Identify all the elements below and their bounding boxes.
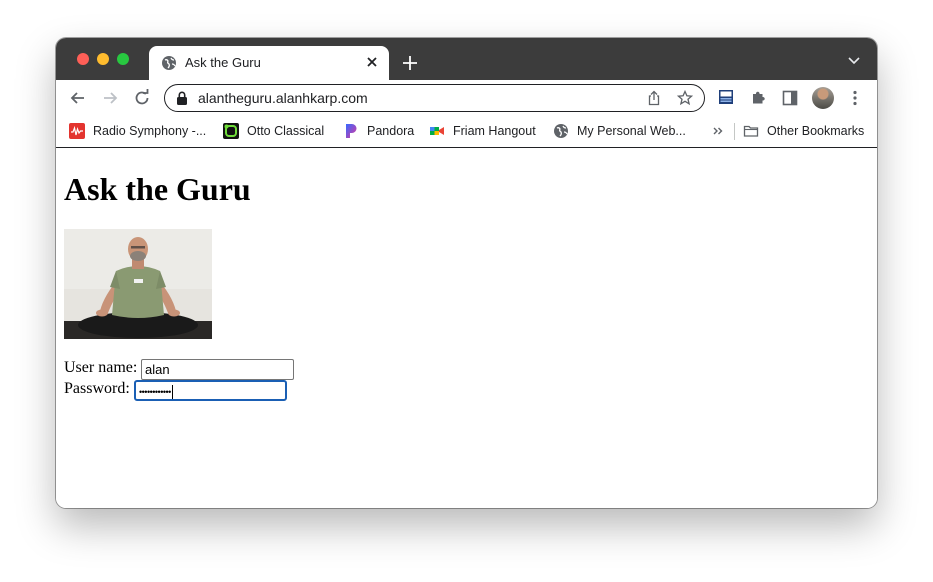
bookmark-label: My Personal Web... [577, 124, 686, 138]
username-value: alan [145, 362, 170, 377]
radio-waveform-icon [69, 123, 85, 139]
page-title: Ask the Guru [64, 171, 251, 207]
chevron-down-icon[interactable] [846, 55, 862, 67]
bookmark-label: Friam Hangout [453, 124, 536, 138]
bookmark-pandora[interactable]: Pandora [343, 116, 414, 146]
username-label: User name: [64, 359, 138, 376]
bookmark-label: Radio Symphony -... [93, 124, 207, 138]
tab-ask-the-guru[interactable]: Ask the Guru [149, 46, 389, 80]
bookmark-other-bookmarks[interactable]: Other Bookmarks [743, 116, 864, 146]
close-window-button[interactable] [77, 53, 89, 65]
password-input[interactable]: •••••••••••• [134, 380, 287, 401]
back-button[interactable] [68, 88, 88, 108]
text-caret [171, 384, 173, 399]
profile-avatar[interactable] [812, 87, 834, 109]
close-tab-icon[interactable] [364, 54, 380, 70]
new-tab-button[interactable] [401, 54, 419, 72]
url-text[interactable]: alantheguru.alanhkarp.com [198, 90, 368, 106]
globe-icon [162, 56, 176, 70]
extensions-puzzle-icon[interactable] [750, 89, 767, 106]
side-panel-icon[interactable] [782, 90, 798, 106]
reload-button[interactable] [132, 88, 152, 108]
pandora-icon [346, 124, 357, 138]
address-bar[interactable]: alantheguru.alanhkarp.com [164, 84, 705, 112]
zoom-window-button[interactable] [117, 53, 129, 65]
bookmarks-bar: Radio Symphony -... Otto Classical Pando… [56, 116, 877, 148]
share-icon[interactable] [646, 90, 662, 106]
guru-photo [64, 229, 212, 339]
globe-icon [554, 124, 568, 138]
bookmark-label: Otto Classical [247, 124, 325, 138]
bookmark-my-personal-web[interactable]: My Personal Web... [553, 116, 686, 146]
minimize-window-button[interactable] [97, 53, 109, 65]
bookmark-otto-classical[interactable]: Otto Classical [223, 116, 324, 146]
bookmarks-divider [734, 123, 735, 140]
otto-icon [223, 123, 239, 139]
bookmark-label: Pandora [367, 124, 415, 138]
forward-button[interactable] [100, 88, 120, 108]
password-label: Password: [64, 380, 130, 397]
tab-title: Ask the Guru [185, 55, 261, 70]
bookmark-radio-symphony[interactable]: Radio Symphony -... [69, 116, 206, 146]
page-content: Ask the Guru User name: alan Password: •… [56, 149, 877, 508]
site-extension-icon[interactable] [718, 89, 734, 105]
browser-window: Ask the Guru alantheguru.alanhkarp.com R… [56, 38, 877, 508]
bookmark-friam-hangout[interactable]: Friam Hangout [429, 116, 536, 146]
folder-icon [743, 125, 759, 137]
bookmark-star-icon[interactable] [677, 90, 693, 106]
tab-strip: Ask the Guru [56, 38, 877, 80]
browser-toolbar: alantheguru.alanhkarp.com [56, 80, 877, 116]
password-mask: •••••••••••• [139, 387, 171, 397]
other-bookmarks-label: Other Bookmarks [767, 124, 865, 138]
lock-icon[interactable] [176, 91, 188, 105]
more-bookmarks-chevron-icon[interactable] [711, 124, 725, 138]
more-menu-icon[interactable] [849, 90, 861, 106]
meet-icon [430, 127, 444, 135]
username-input[interactable]: alan [141, 359, 294, 380]
